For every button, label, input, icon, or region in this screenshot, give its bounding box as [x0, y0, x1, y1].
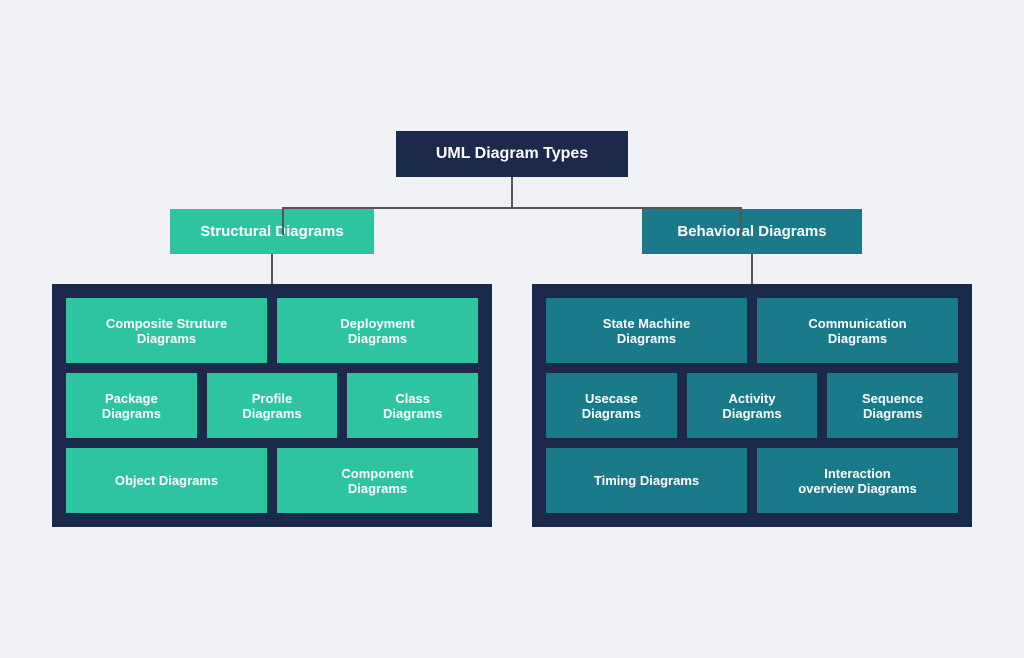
root-label: UML Diagram Types	[436, 145, 588, 162]
behavioral-line-down	[751, 254, 753, 284]
package-diagrams: PackageDiagrams	[66, 373, 197, 438]
structural-row-3: Object Diagrams ComponentDiagrams	[66, 448, 478, 513]
structural-branch: Structural Diagrams Composite StrutureDi…	[42, 209, 502, 527]
profile-diagrams: ProfileDiagrams	[207, 373, 338, 438]
root-line-down	[511, 177, 513, 207]
communication-diagrams: CommunicationDiagrams	[757, 298, 958, 363]
root-node: UML Diagram Types	[396, 131, 628, 177]
behavioral-branch: Behavioral Diagrams State MachineDiagram…	[522, 209, 982, 527]
composite-diagrams: Composite StrutureDiagrams	[66, 298, 267, 363]
branches-row: Structural Diagrams Composite StrutureDi…	[32, 209, 992, 527]
timing-diagrams: Timing Diagrams	[546, 448, 747, 513]
sequence-diagrams: SequenceDiagrams	[827, 373, 958, 438]
behavioral-row-1: State MachineDiagrams CommunicationDiagr…	[546, 298, 958, 363]
component-diagrams: ComponentDiagrams	[277, 448, 478, 513]
behavioral-header: Behavioral Diagrams	[642, 209, 862, 254]
deployment-diagrams: DeploymentDiagrams	[277, 298, 478, 363]
behavioral-row-2: UsecaseDiagrams ActivityDiagrams Sequenc…	[546, 373, 958, 438]
structural-header: Structural Diagrams	[170, 209, 373, 254]
root-connector	[32, 177, 992, 209]
structural-container: Composite StrutureDiagrams DeploymentDia…	[52, 284, 492, 527]
left-tick	[282, 207, 284, 235]
structural-label: Structural Diagrams	[200, 223, 343, 240]
behavioral-row-3: Timing Diagrams Interactionoverview Diag…	[546, 448, 958, 513]
structural-row-1: Composite StrutureDiagrams DeploymentDia…	[66, 298, 478, 363]
interaction-overview-diagrams: Interactionoverview Diagrams	[757, 448, 958, 513]
behavioral-container: State MachineDiagrams CommunicationDiagr…	[532, 284, 972, 527]
usecase-diagrams: UsecaseDiagrams	[546, 373, 677, 438]
state-machine-diagrams: State MachineDiagrams	[546, 298, 747, 363]
class-diagrams: ClassDiagrams	[347, 373, 478, 438]
diagram-wrapper: UML Diagram Types Structural Diagrams Co…	[32, 131, 992, 527]
structural-line-down	[271, 254, 273, 284]
right-tick	[740, 207, 742, 235]
activity-diagrams: ActivityDiagrams	[687, 373, 818, 438]
object-diagrams: Object Diagrams	[66, 448, 267, 513]
h-split-line	[282, 207, 742, 209]
structural-row-2: PackageDiagrams ProfileDiagrams ClassDia…	[66, 373, 478, 438]
behavioral-label: Behavioral Diagrams	[677, 223, 826, 240]
